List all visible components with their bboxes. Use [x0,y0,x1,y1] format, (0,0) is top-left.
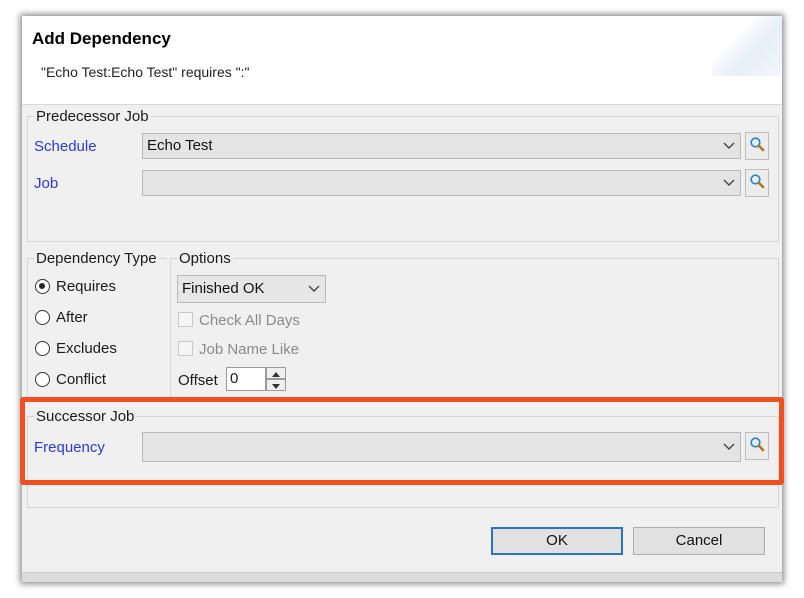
triangle-down-icon [272,376,280,394]
header-decoration [712,16,782,76]
dialog-subtitle: "Echo Test:Echo Test" requires ":" [41,64,250,80]
frequency-label[interactable]: Frequency [34,439,105,456]
frequency-combo[interactable] [142,432,741,462]
add-dependency-dialog: Add Dependency "Echo Test:Echo Test" req… [22,16,782,582]
dependency-type-legend: Dependency Type [36,250,157,267]
successor-job-legend: Successor Job [36,408,135,425]
options-legend: Options [179,250,231,267]
job-name-like-checkbox[interactable] [178,341,193,356]
magnifier-icon [749,136,765,157]
dialog-title: Add Dependency [32,29,171,48]
cancel-button[interactable]: Cancel [633,527,765,555]
radio-excludes[interactable] [35,341,50,356]
radio-conflict-label[interactable]: Conflict [56,371,106,388]
radio-requires[interactable] [35,279,50,294]
ok-button[interactable]: OK [491,527,623,555]
status-combo[interactable]: Finished OK [177,275,326,303]
chevron-down-icon [722,171,736,195]
offset-label: Offset [178,372,218,389]
magnifier-icon [749,173,765,194]
status-value: Finished OK [182,280,265,297]
schedule-value: Echo Test [147,137,213,154]
schedule-lookup-button[interactable] [745,132,769,160]
bottom-strip [22,572,782,582]
dialog-header: Add Dependency "Echo Test:Echo Test" req… [22,16,782,105]
radio-after-label[interactable]: After [56,309,88,326]
predecessor-job-legend: Predecessor Job [36,108,149,125]
check-all-days-checkbox[interactable] [178,312,193,327]
radio-requires-label[interactable]: Requires [56,278,116,295]
chevron-down-icon [722,134,736,158]
schedule-label[interactable]: Schedule [34,138,97,155]
radio-conflict[interactable] [35,372,50,387]
magnifier-icon [749,436,765,457]
offset-input[interactable]: 0 [226,367,266,391]
chevron-down-icon [307,276,321,302]
job-combo[interactable] [142,170,741,196]
schedule-combo[interactable]: Echo Test [142,133,741,159]
check-all-days-label[interactable]: Check All Days [199,312,300,329]
job-name-like-label[interactable]: Job Name Like [199,341,299,358]
radio-after[interactable] [35,310,50,325]
job-lookup-button[interactable] [745,169,769,197]
frequency-lookup-button[interactable] [745,432,769,460]
offset-down-button[interactable] [266,379,286,391]
chevron-down-icon [722,433,736,461]
job-label[interactable]: Job [34,175,58,192]
radio-excludes-label[interactable]: Excludes [56,340,117,357]
